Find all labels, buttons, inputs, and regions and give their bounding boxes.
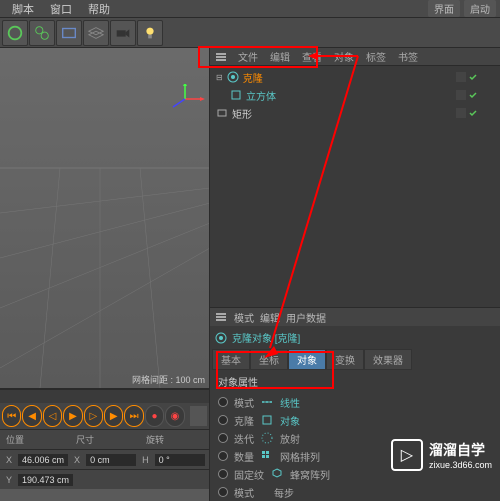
radio-mode2[interactable] xyxy=(218,487,228,497)
watermark-play-icon: ▷ xyxy=(391,439,423,471)
label-iterate: 迭代 xyxy=(234,431,254,446)
tool-floor[interactable] xyxy=(83,20,109,46)
linear-icon xyxy=(260,395,274,409)
move-gizmo xyxy=(165,84,205,117)
menu-script[interactable]: 脚本 xyxy=(4,1,42,17)
watermark-brand: 溜溜自学 xyxy=(429,440,492,460)
radio-mode[interactable] xyxy=(218,397,228,407)
label-step[interactable]: 每步 xyxy=(274,485,294,500)
interface-btn[interactable]: 界面 xyxy=(428,0,460,17)
label-grid-array[interactable]: 网格排列 xyxy=(280,449,320,464)
timeline-last[interactable]: ⏭ xyxy=(124,405,143,427)
label-radial[interactable]: 放射 xyxy=(280,431,300,446)
radio-fixed[interactable] xyxy=(218,469,228,479)
x2-value[interactable]: 0 cm xyxy=(86,454,136,466)
object-mode-icon xyxy=(260,413,274,427)
label-object-opt[interactable]: 对象 xyxy=(280,413,300,428)
x-label: X xyxy=(0,455,18,465)
label-linear[interactable]: 线性 xyxy=(280,395,300,410)
label-mode2: 模式 xyxy=(234,485,254,500)
label-count: 数量 xyxy=(234,449,254,464)
tool-render-region[interactable] xyxy=(29,20,55,46)
timeline-controls: ⏮ ◀ ◁ ▶ ▷ ▶ ⏭ ● ◉ xyxy=(0,403,209,429)
timeline-autokey[interactable]: ◉ xyxy=(165,405,184,427)
tool-camera[interactable] xyxy=(110,20,136,46)
label-fixed: 固定纹 xyxy=(234,467,264,482)
y-value[interactable]: 190.473 cm xyxy=(18,474,73,486)
tab-bookmark[interactable]: 书签 xyxy=(392,49,424,64)
radial-icon xyxy=(260,431,274,445)
timeline-prev[interactable]: ◁ xyxy=(43,405,62,427)
viewport-3d[interactable]: 网格间距 : 100 cm ⏮ ◀ ◁ ▶ ▷ ▶ ⏭ ● ◉ 位置 尺寸 旋转 xyxy=(0,48,210,501)
y-label: Y xyxy=(0,475,18,485)
grid-icon xyxy=(260,449,274,463)
timeline-play[interactable]: ▶ xyxy=(63,405,82,427)
radio-clone[interactable] xyxy=(218,415,228,425)
timeline-first[interactable]: ⏮ xyxy=(2,405,21,427)
coord-size-label: 尺寸 xyxy=(70,433,100,446)
x2-label: X xyxy=(68,455,86,465)
menu-help[interactable]: 帮助 xyxy=(80,1,118,17)
h-value[interactable]: 0 ° xyxy=(155,454,205,466)
watermark-url: zixue.3d66.com xyxy=(429,460,492,470)
tool-light[interactable] xyxy=(137,20,163,46)
timeline-next[interactable]: ▷ xyxy=(84,405,103,427)
tool-render[interactable] xyxy=(2,20,28,46)
timeline-prev-key[interactable]: ◀ xyxy=(22,405,41,427)
h-label: H xyxy=(136,455,155,465)
label-clone: 克隆 xyxy=(234,413,254,428)
timeline-record[interactable]: ● xyxy=(145,405,164,427)
attr-tab-effector[interactable]: 效果器 xyxy=(364,349,412,370)
timeline-next-key[interactable]: ▶ xyxy=(104,405,123,427)
radio-iterate[interactable] xyxy=(218,433,228,443)
honeycomb-icon xyxy=(270,467,284,481)
watermark: ▷ 溜溜自学 zixue.3d66.com xyxy=(391,439,492,471)
label-mode: 模式 xyxy=(234,395,254,410)
timeline-opt1[interactable] xyxy=(190,406,207,426)
startup-btn[interactable]: 启动 xyxy=(464,0,496,17)
coord-position-label: 位置 xyxy=(0,433,30,446)
menu-window[interactable]: 窗口 xyxy=(42,1,80,17)
grid-status: 网格间距 : 100 cm xyxy=(132,373,205,386)
coord-rotation-label: 旋转 xyxy=(140,433,170,446)
annotation-arrow xyxy=(220,48,370,368)
tool-render-settings[interactable] xyxy=(56,20,82,46)
x-value[interactable]: 46.006 cm xyxy=(18,454,68,466)
label-honeycomb[interactable]: 蜂窝阵列 xyxy=(290,467,330,482)
radio-count[interactable] xyxy=(218,451,228,461)
attr-section-title: 对象属性 xyxy=(210,370,500,393)
